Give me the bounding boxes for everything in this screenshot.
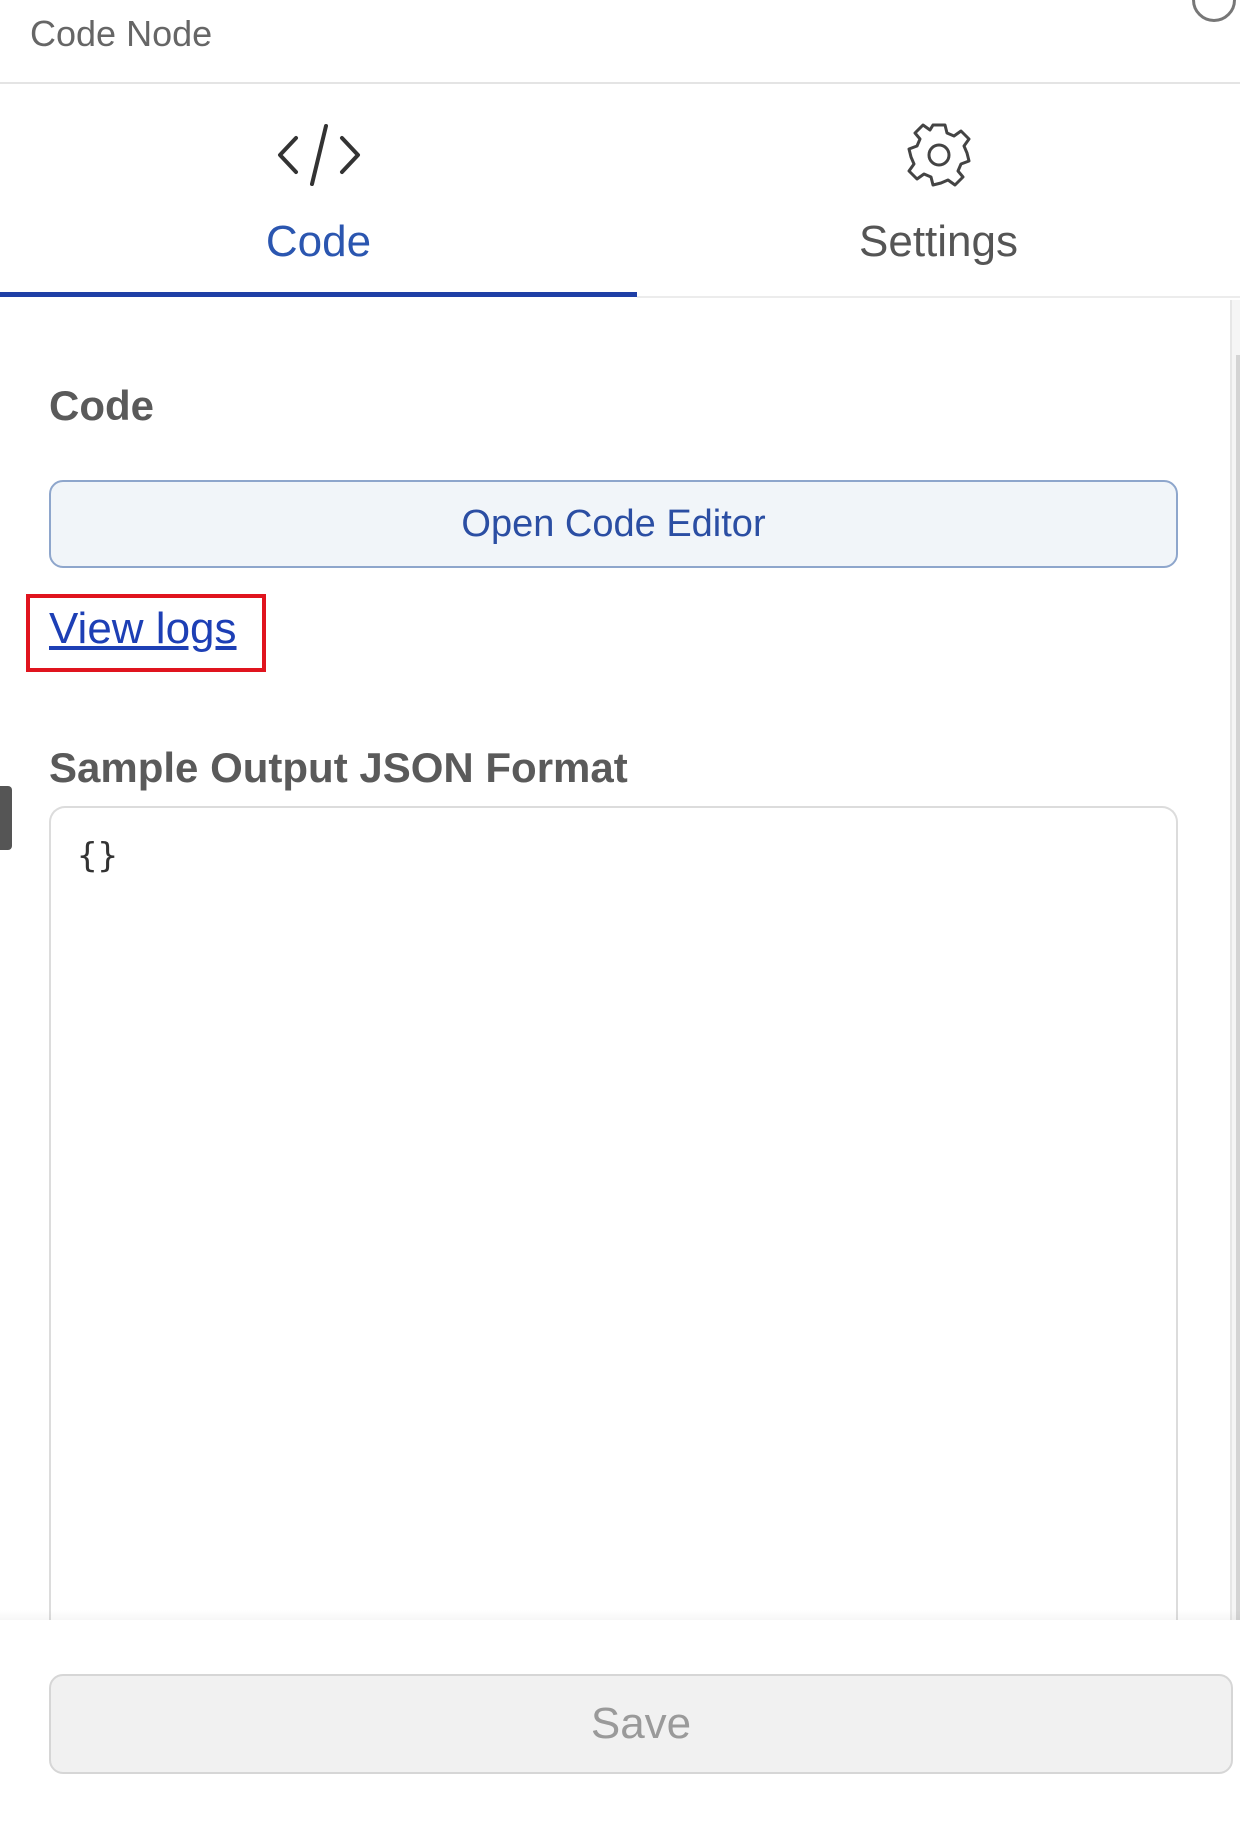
- tab-code-label: Code: [265, 217, 372, 266]
- code-tab-content: Code Open Code Editor View logs Sample O…: [0, 300, 1230, 1620]
- code-icon: [277, 124, 360, 186]
- code-section-label: Code: [49, 382, 154, 429]
- sample-output-json-field[interactable]: [49, 806, 1178, 1620]
- panel-footer: Save: [0, 1620, 1240, 1823]
- code-node-panel: Code Node Code Settings Code Open Code E…: [0, 0, 1240, 1823]
- tab-bar: Code Settings: [0, 84, 1240, 298]
- scrollbar-thumb[interactable]: [1236, 355, 1240, 1625]
- view-logs-link[interactable]: View logs: [49, 602, 237, 656]
- save-button[interactable]: Save: [49, 1674, 1233, 1774]
- panel-header: Code Node: [0, 0, 1240, 84]
- open-code-editor-button[interactable]: Open Code Editor: [49, 480, 1178, 568]
- tab-settings[interactable]: Settings: [637, 84, 1240, 298]
- active-tab-indicator: [0, 292, 637, 297]
- tab-settings-label: Settings: [859, 217, 1018, 266]
- tab-code[interactable]: Code: [0, 84, 637, 298]
- resize-handle[interactable]: [0, 786, 12, 850]
- sample-output-label: Sample Output JSON Format: [49, 744, 628, 791]
- panel-title: Code Node: [30, 13, 213, 54]
- close-icon[interactable]: [1192, 0, 1236, 22]
- tab-divider: [637, 296, 1240, 298]
- gear-icon: [907, 123, 970, 187]
